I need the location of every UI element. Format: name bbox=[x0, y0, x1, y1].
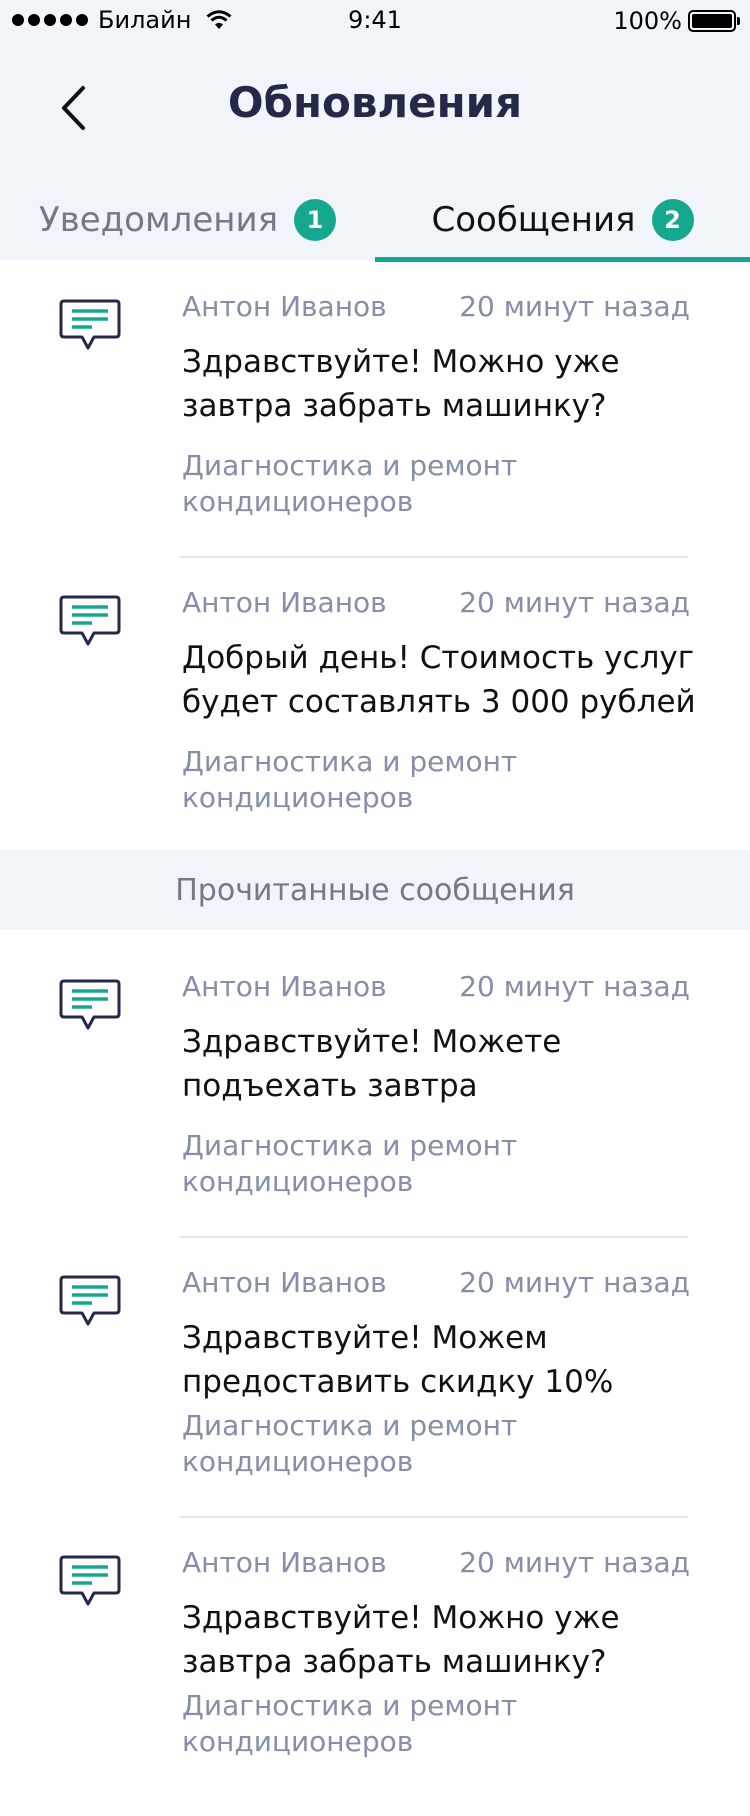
message-time: 20 минут назад bbox=[459, 1266, 690, 1299]
message-service: Диагностика и ремонт кондиционеров bbox=[182, 1129, 518, 1198]
message-item[interactable]: Антон Иванов 20 минут назад Добрый день!… bbox=[0, 558, 750, 854]
unread-messages-list: Антон Иванов 20 минут назад Здравствуйте… bbox=[0, 262, 750, 854]
message-time: 20 минут назад bbox=[459, 970, 690, 1003]
tab-notifications-badge: 1 bbox=[294, 199, 337, 241]
message-bubble-icon bbox=[59, 1275, 121, 1326]
message-item[interactable]: Антон Иванов 20 минут назад Здравствуйте… bbox=[0, 1238, 750, 1518]
message-bubble-icon bbox=[59, 595, 121, 646]
message-item[interactable]: Антон Иванов 20 минут назад Здравствуйте… bbox=[0, 262, 750, 558]
message-service: Диагностика и ремонт кондиционеров bbox=[182, 745, 518, 814]
message-item[interactable]: Антон Иванов 20 минут назад Здравствуйте… bbox=[0, 942, 750, 1238]
tab-messages[interactable]: Сообщения 2 bbox=[375, 180, 750, 262]
message-time: 20 минут назад bbox=[459, 1546, 690, 1579]
message-author: Антон Иванов bbox=[182, 970, 387, 1003]
message-bubble-icon bbox=[59, 299, 121, 350]
page-title: Обновления bbox=[227, 78, 523, 127]
read-messages-list: Антон Иванов 20 минут назад Здравствуйте… bbox=[0, 942, 750, 1814]
battery-percent: 100% bbox=[613, 7, 682, 35]
status-bar: Билайн 9:41 100% bbox=[0, 0, 750, 40]
message-author: Антон Иванов bbox=[182, 586, 387, 619]
message-bubble-icon bbox=[59, 979, 121, 1030]
message-author: Антон Иванов bbox=[182, 290, 387, 323]
message-text: Здравствуйте! Можно уже завтра забрать м… bbox=[182, 344, 620, 424]
read-section-header: Прочитанные сообщения bbox=[0, 850, 750, 930]
message-service: Диагностика и ремонт кондиционеров bbox=[182, 1689, 518, 1758]
tab-bar: Уведомления 1 Сообщения 2 bbox=[0, 180, 750, 262]
tab-messages-label: Сообщения bbox=[431, 200, 636, 240]
message-author: Антон Иванов bbox=[182, 1546, 387, 1579]
message-text: Здравствуйте! Можем предоставить скидку … bbox=[182, 1320, 614, 1400]
message-time: 20 минут назад bbox=[459, 586, 690, 619]
header: Обновления Уведомления 1 Сообщения 2 bbox=[0, 40, 750, 262]
message-text: Здравствуйте! Можете подъехать завтра bbox=[182, 1024, 562, 1104]
message-time: 20 минут назад bbox=[459, 290, 690, 323]
tab-notifications[interactable]: Уведомления 1 bbox=[0, 180, 375, 260]
message-bubble-icon bbox=[59, 1555, 121, 1606]
tab-messages-badge: 2 bbox=[651, 199, 694, 241]
message-text: Добрый день! Стоимость услуг будет соста… bbox=[182, 640, 696, 720]
message-author: Антон Иванов bbox=[182, 1266, 387, 1299]
message-text: Здравствуйте! Можно уже завтра забрать м… bbox=[182, 1600, 620, 1680]
battery-icon bbox=[688, 10, 740, 32]
tab-notifications-label: Уведомления bbox=[38, 200, 279, 240]
message-service: Диагностика и ремонт кондиционеров bbox=[182, 1409, 518, 1478]
message-service: Диагностика и ремонт кондиционеров bbox=[182, 449, 518, 518]
message-item[interactable]: Антон Иванов 20 минут назад Здравствуйте… bbox=[0, 1518, 750, 1814]
status-right: 100% bbox=[613, 7, 740, 35]
